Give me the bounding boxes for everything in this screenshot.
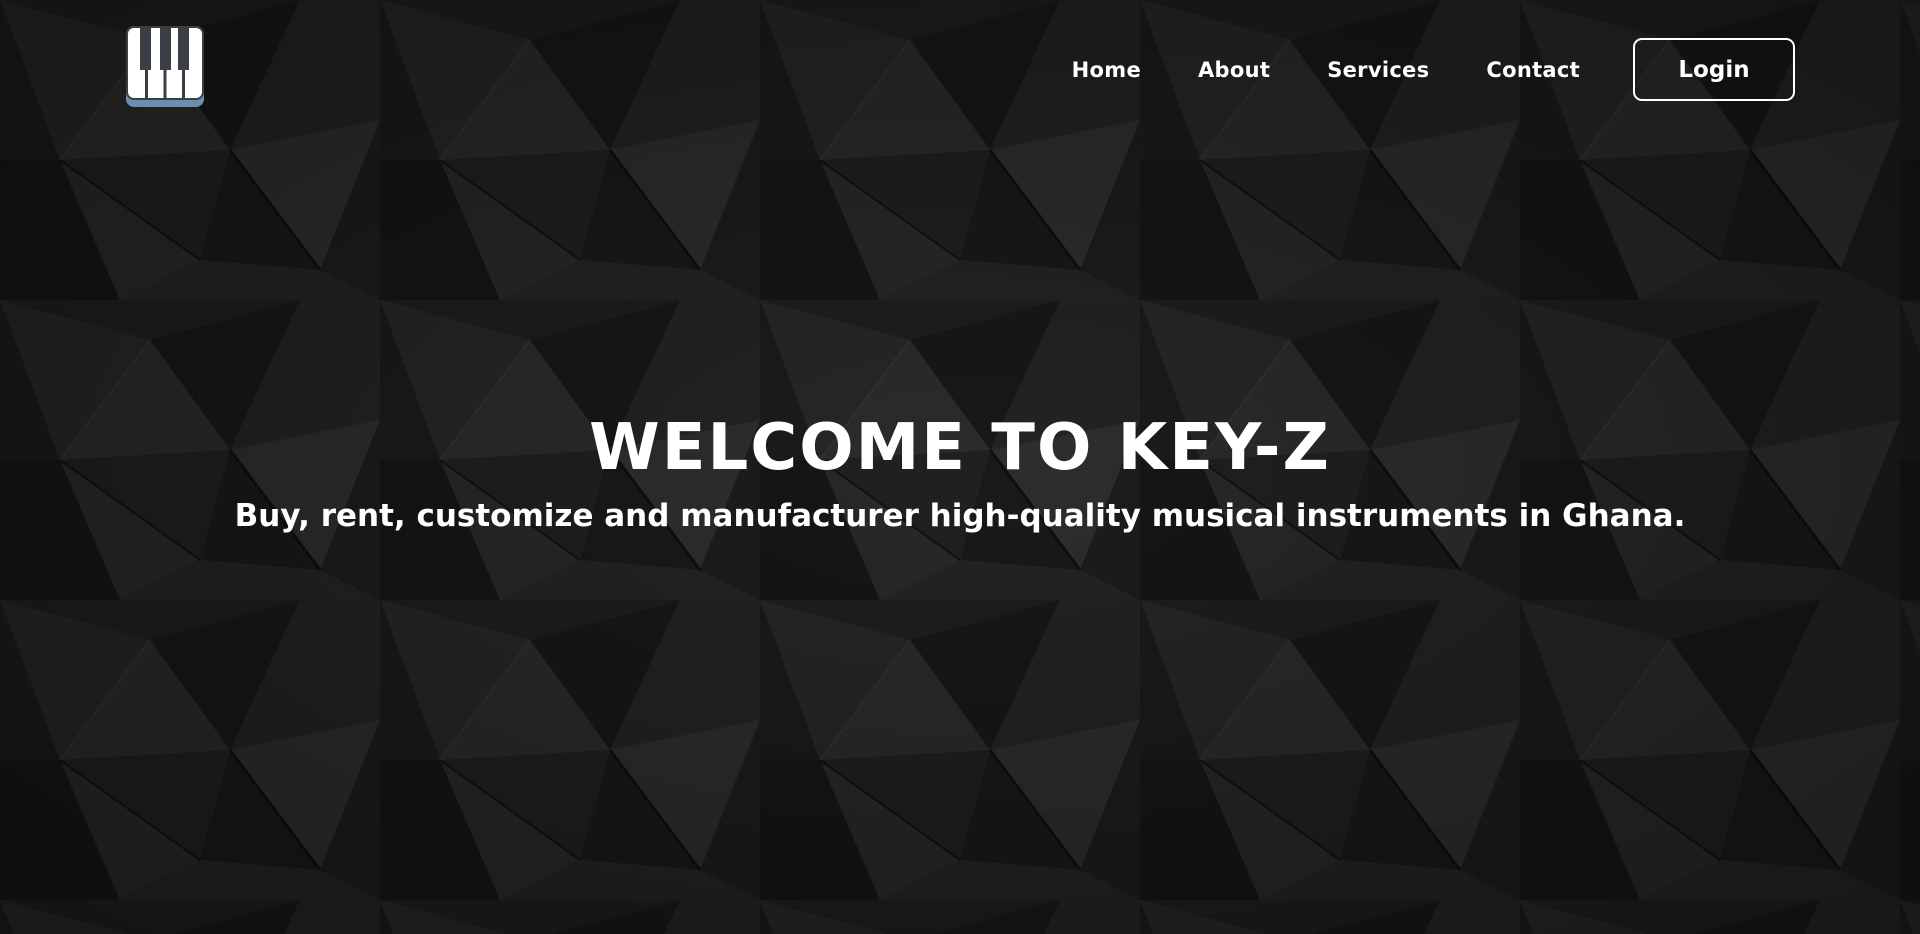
site-header: Home About Services Contact Login xyxy=(0,0,1920,140)
hero-subtitle: Buy, rent, customize and manufacturer hi… xyxy=(234,498,1686,534)
piano-keys-icon[interactable] xyxy=(126,26,204,107)
login-button[interactable]: Login xyxy=(1633,38,1795,101)
hero-section: WELCOME TO KEY-Z Buy, rent, customize an… xyxy=(0,400,1920,536)
nav-home-link[interactable]: Home xyxy=(1072,58,1141,82)
nav-contact-link[interactable]: Contact xyxy=(1486,58,1580,82)
hero-title: WELCOME TO KEY-Z xyxy=(589,411,1331,485)
nav-services-link[interactable]: Services xyxy=(1327,58,1429,82)
main-nav: Home About Services Contact xyxy=(1072,38,1580,102)
nav-about-link[interactable]: About xyxy=(1198,58,1270,82)
landing-page: Home About Services Contact Login WELCOM… xyxy=(0,0,1920,934)
